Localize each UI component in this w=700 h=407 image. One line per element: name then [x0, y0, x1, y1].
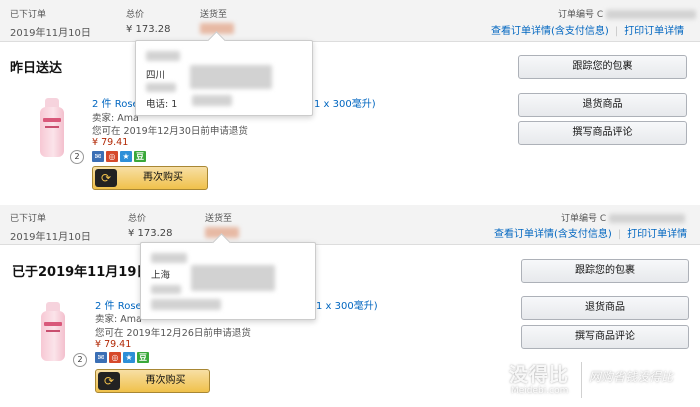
- placed-column: 已下订单 2019年11月10日: [10, 7, 91, 39]
- popover-province: 四川: [146, 70, 166, 81]
- total-label: 总价: [126, 10, 145, 20]
- total-label: 总价: [128, 214, 147, 224]
- product-title-tail[interactable]: 1 x 300毫升): [316, 297, 378, 312]
- phone-redacted: [192, 95, 232, 106]
- address-line-redacted: [146, 83, 176, 92]
- email-icon[interactable]: ✉: [95, 352, 107, 363]
- quantity-badge: 2: [70, 150, 84, 164]
- watermark-site: Meidebi.com: [511, 386, 569, 396]
- order-number-redacted: [609, 213, 686, 223]
- order-header: 已下订单 2019年11月10日 总价 ¥ 173.28 送货至 订单编号 C …: [0, 205, 700, 245]
- item-price: ¥ 79.41: [95, 339, 132, 350]
- seller-text: 卖家: Ama: [92, 113, 139, 124]
- buy-again-label: 再次购买: [145, 375, 186, 386]
- order-details-link[interactable]: 查看订单详情(含支付信息): [494, 229, 612, 240]
- item-price: ¥ 79.41: [92, 137, 129, 148]
- return-window-text: 您可在 2019年12月26日前申请退货: [95, 328, 251, 339]
- total-value: ¥ 173.28: [128, 228, 173, 239]
- share-icons: ✉ ◎ ★ 豆: [95, 352, 151, 364]
- product-image[interactable]: [37, 98, 67, 158]
- order-links: 查看订单详情(含支付信息) | 打印订单详情: [491, 22, 684, 37]
- quantity-badge: 2: [73, 353, 87, 367]
- return-items-button[interactable]: 退货商品: [518, 93, 687, 117]
- shipment-status: 昨日送达: [10, 61, 63, 76]
- order-number-label: 订单编号 C: [558, 10, 604, 20]
- repurchase-icon: ⟳: [98, 372, 120, 390]
- placed-date: 2019年11月10日: [10, 28, 91, 39]
- address-redacted: [190, 65, 272, 89]
- total-column: 总价 ¥ 173.28: [128, 211, 173, 239]
- order-details-link[interactable]: 查看订单详情(含支付信息): [491, 26, 609, 37]
- order-number: 订单编号 C: [561, 211, 686, 224]
- address-redacted: [191, 265, 275, 291]
- recipient-name-redacted: [146, 51, 180, 61]
- address-line-redacted: [151, 285, 181, 294]
- order-number-label: 订单编号 C: [561, 214, 607, 224]
- print-invoice-link[interactable]: 打印订单详情: [627, 229, 687, 240]
- write-review-button[interactable]: 撰写商品评论: [518, 121, 687, 145]
- product-title-link[interactable]: 2 件 Rose: [95, 297, 142, 312]
- popover-province: 上海: [151, 270, 171, 281]
- repurchase-icon: ⟳: [95, 169, 117, 187]
- order-header: 已下订单 2019年11月10日 总价 ¥ 173.28 送货至 订单编号 C …: [0, 0, 700, 42]
- write-review-button[interactable]: 撰写商品评论: [521, 325, 689, 349]
- share-icons: ✉ ◎ ★ 豆: [92, 151, 148, 163]
- star-icon[interactable]: ★: [120, 151, 132, 162]
- share-icon[interactable]: ◎: [109, 352, 121, 363]
- watermark-slogan: 网购省钱没得比: [589, 370, 674, 384]
- ship-to-column: 送货至: [200, 7, 234, 35]
- ship-to-popover: 上海: [140, 242, 316, 320]
- recipient-name-redacted: [151, 253, 187, 263]
- buy-again-label: 再次购买: [143, 172, 183, 183]
- meidebi-watermark: 没得比 Meidebi.com 网购省钱没得比: [505, 352, 700, 407]
- placed-date: 2019年11月10日: [10, 232, 91, 243]
- placed-column: 已下订单 2019年11月10日: [10, 211, 91, 243]
- phone-redacted: [151, 299, 221, 310]
- star-icon[interactable]: ★: [123, 352, 135, 363]
- watermark-logo: 没得比: [509, 364, 570, 386]
- print-invoice-link[interactable]: 打印订单详情: [624, 26, 684, 37]
- total-column: 总价 ¥ 173.28: [126, 7, 171, 35]
- total-value: ¥ 173.28: [126, 24, 171, 35]
- ship-to-popover: 四川 电话: 1: [135, 40, 313, 116]
- return-items-button[interactable]: 退货商品: [521, 296, 689, 320]
- buy-again-button[interactable]: ⟳ 再次购买: [95, 369, 210, 393]
- product-image[interactable]: [38, 302, 68, 362]
- watermark-divider: [581, 362, 582, 398]
- order-card-1: 已下订单 2019年11月10日 总价 ¥ 173.28 送货至 订单编号 C …: [0, 0, 700, 200]
- track-package-button[interactable]: 跟踪您的包裹: [521, 259, 689, 283]
- share-icon[interactable]: ◎: [106, 151, 118, 162]
- ship-to-label: 送货至: [205, 214, 233, 224]
- ship-to-label: 送货至: [200, 10, 228, 20]
- order-links: 查看订单详情(含支付信息) | 打印订单详情: [494, 225, 687, 240]
- order-number-redacted: [606, 9, 697, 19]
- order-number: 订单编号 C: [558, 7, 697, 20]
- bean-icon[interactable]: 豆: [137, 352, 149, 363]
- placed-label: 已下订单: [10, 214, 47, 224]
- link-separator: |: [614, 26, 619, 37]
- shipment-status: 已于2019年11月19日: [12, 265, 150, 280]
- return-window-text: 您可在 2019年12月30日前申请退货: [92, 126, 248, 137]
- link-separator: |: [617, 229, 622, 240]
- product-title-link[interactable]: 2 件 Rose: [92, 95, 139, 110]
- track-package-button[interactable]: 跟踪您的包裹: [518, 55, 687, 79]
- email-icon[interactable]: ✉: [92, 151, 104, 162]
- popover-phone-label: 电话: 1: [146, 99, 178, 110]
- buy-again-button[interactable]: ⟳ 再次购买: [92, 166, 208, 190]
- seller-text: 卖家: Ama: [95, 314, 142, 325]
- bean-icon[interactable]: 豆: [134, 151, 146, 162]
- product-title-tail[interactable]: 1 x 300毫升): [314, 95, 376, 110]
- placed-label: 已下订单: [10, 10, 47, 20]
